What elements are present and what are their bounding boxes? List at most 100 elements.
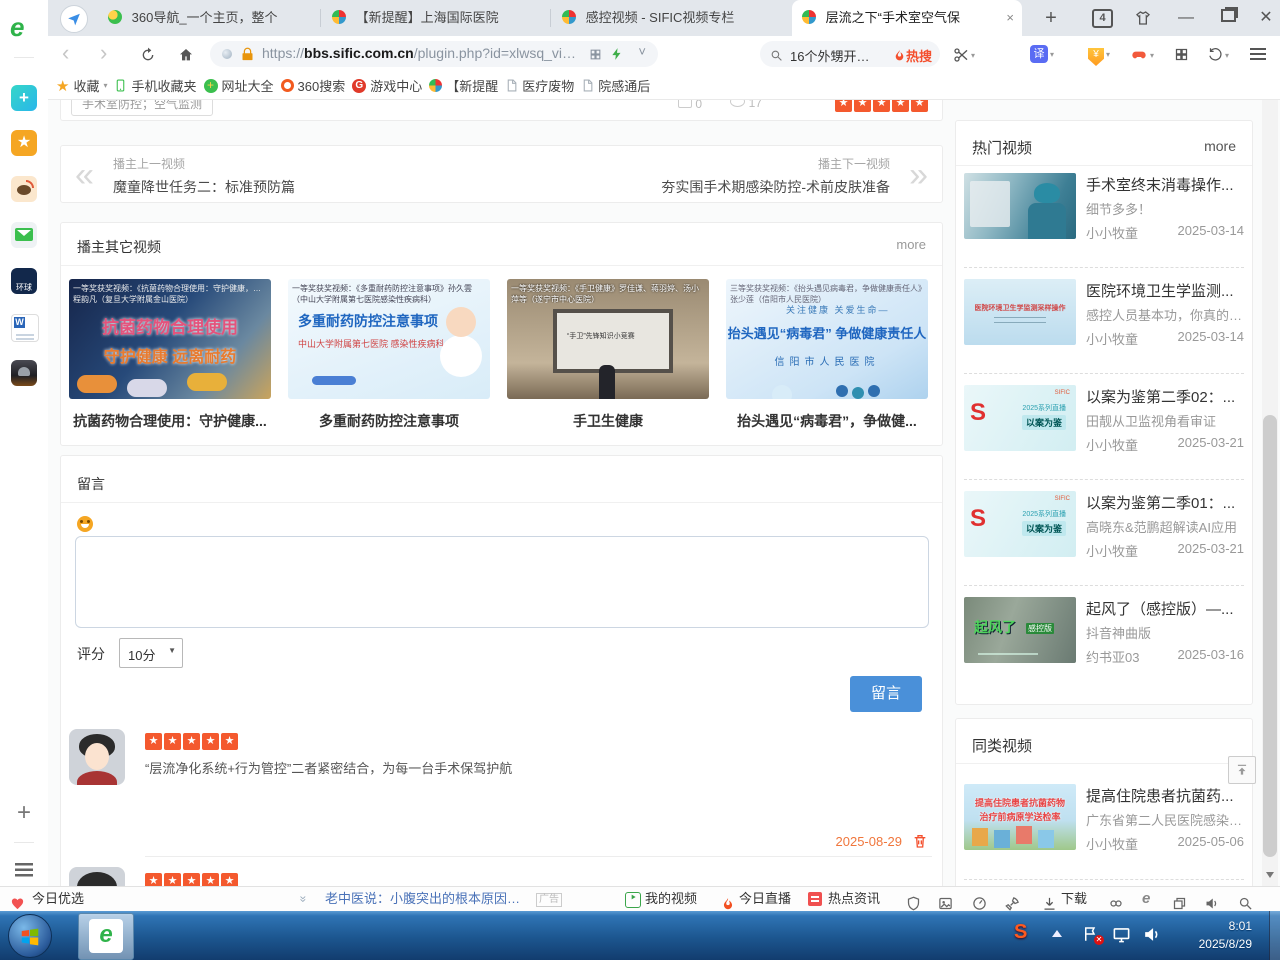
video-rating-stars[interactable] (835, 100, 930, 112)
favorites-star-icon[interactable]: ★ (11, 130, 37, 156)
video-thumbnail[interactable]: 起风了 感控版 (964, 597, 1076, 663)
more-link[interactable]: more (1204, 138, 1236, 154)
start-button[interactable] (8, 914, 52, 958)
hot-search-label[interactable]: 热搜 (906, 46, 932, 65)
huanqiu-wangxiao-icon[interactable]: 环球网校 (11, 268, 37, 294)
hot-video-item[interactable]: 起风了 感控版 起风了（感控版）—... 抖音神曲版 约书亚03 2025-03… (956, 597, 1252, 675)
rating-select[interactable]: 10分 ▼ (119, 638, 183, 668)
video-caption[interactable]: 多重耐药防控注意事项 (288, 411, 490, 431)
prev-video-link[interactable]: 播主上一视频 魔童降世任务二：标准预防篇 (113, 155, 295, 197)
game-app-icon[interactable] (11, 360, 37, 386)
reader-grid-icon[interactable] (589, 46, 602, 61)
close-button[interactable]: ✕ (1248, 0, 1280, 36)
url-field[interactable]: https://bbs.sific.com.cn/plugin.php?id=x… (210, 41, 658, 67)
more-link[interactable]: more (896, 237, 926, 252)
tab-360-nav[interactable]: 360导航_一个主页，整个 (98, 0, 320, 36)
show-desktop-button[interactable] (1269, 911, 1280, 960)
next-chevron-icon[interactable] (909, 158, 928, 192)
hot-news-label[interactable]: 热点资讯 (828, 887, 880, 911)
video-caption[interactable]: 抗菌药物合理使用：守护健康... (69, 411, 271, 431)
news-marquee-link[interactable]: 老中医说：小腹突出的根本原因，不是胖，而是它！后悔... (325, 887, 525, 911)
search-box[interactable]: 16个外甥开学了 热搜 (760, 41, 940, 67)
tray-expand-arrow-icon[interactable] (1052, 930, 1062, 937)
bookmark-game-center[interactable]: G 游戏中心 (352, 76, 422, 95)
url-dropdown-chevron-icon[interactable]: ˅ (638, 44, 646, 59)
tab-sific-reminder[interactable]: 【新提醒】上海国际医院 (322, 0, 550, 36)
video-thumbnail[interactable]: S SIFIC 2025系列直播 以案为鉴 (964, 385, 1076, 451)
add-app-icon[interactable]: + (11, 800, 37, 826)
network-icon[interactable] (1112, 925, 1131, 944)
browser-e-icon[interactable]: e (1142, 887, 1150, 911)
daily-picks-label[interactable]: 今日优选 (32, 887, 84, 911)
health-app-icon[interactable]: + (11, 85, 37, 111)
back-to-top-button[interactable] (1228, 756, 1256, 784)
search-hot-text[interactable]: 16个外甥开学了 (790, 46, 882, 65)
video-thumbnail[interactable]: 提高住院患者抗菌药物 治疗前病原学送检率 (964, 784, 1076, 850)
my-videos-label[interactable]: 我的视频 (645, 887, 697, 911)
site-info-icon[interactable] (222, 49, 232, 59)
prev-chevron-icon[interactable] (75, 158, 94, 192)
bookmark-360-search[interactable]: 360搜索 (281, 76, 346, 95)
comment-input[interactable] (75, 536, 929, 628)
wallet-shield-icon[interactable]: ¥▾ (1088, 45, 1110, 66)
scrollbar-thumb[interactable] (1263, 415, 1277, 857)
minimize-button[interactable]: — (1168, 0, 1204, 36)
tab-count-badge[interactable]: 4 (1092, 9, 1113, 28)
delete-comment-trash-icon[interactable] (912, 832, 928, 849)
tab-sific-videos[interactable]: 感控视频 - SIFIC视频专栏 (552, 0, 790, 36)
search-icon[interactable] (770, 47, 783, 62)
theme-skin-icon[interactable] (1128, 0, 1158, 36)
undo-closed-tab-icon[interactable]: ▾ (1208, 46, 1229, 62)
volume-icon[interactable] (1142, 925, 1161, 944)
apps-grid-icon[interactable] (1174, 46, 1189, 62)
game-center-icon[interactable]: ▾ (1130, 46, 1154, 63)
live-label[interactable]: 今日直播 (739, 887, 791, 911)
taskbar-360-browser-button[interactable]: e (78, 913, 134, 960)
bookmark-medical-waste[interactable]: 医疗废物 (505, 76, 574, 95)
submit-comment-button[interactable]: 留言 (850, 676, 922, 712)
download-label[interactable]: 下载 (1061, 887, 1087, 911)
action-center-flag-icon[interactable]: ✕ (1082, 925, 1100, 943)
page-scrollbar[interactable] (1262, 100, 1278, 886)
avatar[interactable] (69, 867, 125, 886)
back-button[interactable]: ‹ (62, 36, 69, 72)
tab-active-laminar-flow[interactable]: 层流之下“手术室空气保 × (792, 0, 1022, 36)
navigation-plane-icon[interactable] (60, 5, 88, 33)
app-list-icon[interactable] (11, 856, 37, 889)
video-thumbnail[interactable]: 三等奖获奖视频：《抬头遇见病毒君，争做健康责任人》张少莲（信阳市人民医院） 关注… (726, 279, 928, 399)
forward-button[interactable]: › (100, 36, 107, 72)
tab-close-icon[interactable]: × (1006, 0, 1014, 36)
bookmark-favorites[interactable]: ★ 收藏 ▾ (56, 76, 107, 95)
hot-video-item[interactable]: 手术室终末消毒操作... 细节多多！ 小小牧童 2025-03-14 (956, 173, 1252, 251)
home-button[interactable] (178, 46, 194, 63)
related-video-item[interactable]: 提高住院患者抗菌药物 治疗前病原学送检率 提高住院患者抗菌药... 广东省第二人… (956, 784, 1252, 862)
video-caption[interactable]: 抬头遇见“病毒君”，争做健... (726, 411, 928, 431)
video-thumbnail[interactable]: S SIFIC 2025系列直播 以案为鉴 (964, 491, 1076, 557)
hot-video-item[interactable]: 医院环境卫生学监测采样操作 医院环境卫生学监测... 感控人员基本功，你真的会采… (956, 279, 1252, 357)
word-doc-icon[interactable]: W (11, 314, 39, 342)
scrollbar-down-arrow-icon[interactable] (1266, 872, 1274, 878)
next-video-link[interactable]: 播主下一视频 夯实围手术期感染防控-术前皮肤准备 (661, 155, 890, 197)
hot-video-item[interactable]: S SIFIC 2025系列直播 以案为鉴 以案为鉴第二季01：... 高晓东&… (956, 491, 1252, 569)
video-thumbnail[interactable] (964, 173, 1076, 239)
url-text[interactable]: https://bbs.sific.com.cn/plugin.php?id=x… (262, 45, 582, 61)
screenshot-scissors-icon[interactable]: ▾ (953, 46, 975, 63)
video-tag[interactable]: 手术室防控；空气监测 (71, 100, 213, 116)
refresh-button[interactable] (140, 46, 156, 63)
weibo-icon[interactable] (11, 176, 37, 202)
video-thumbnail[interactable]: 一等奖获奖视频：《抗菌药物合理使用：守护健康，远离耐药》 程韵凡（复旦大学附属金… (69, 279, 271, 399)
video-thumbnail[interactable]: 一等奖获奖视频：《手卫健康》罗佳谦、蒋羽婷、汤小萍等（遂宁市中心医院） “手卫”… (507, 279, 709, 399)
menu-hamburger-icon[interactable] (1250, 48, 1266, 63)
video-caption[interactable]: 手卫生健康 (507, 411, 709, 431)
bookmark-yuangan[interactable]: 院感通后 (581, 76, 650, 95)
new-tab-button[interactable]: + (1036, 0, 1066, 36)
video-thumbnail[interactable]: 一等奖获奖视频：《多重耐药防控注意事项》孙久雲（中山大学附属第七医院感染性疾病科… (288, 279, 490, 399)
taskbar-clock[interactable]: 8:01 2025/8/29 (1176, 917, 1252, 953)
restore-button[interactable] (1210, 0, 1246, 36)
bookmark-site-nav[interactable]: + 网址大全 (204, 76, 274, 95)
mail-icon[interactable] (11, 222, 37, 248)
lightning-speed-icon[interactable] (610, 45, 624, 61)
lock-warning-icon[interactable] (240, 46, 255, 62)
avatar[interactable] (69, 729, 125, 785)
video-thumbnail[interactable]: 医院环境卫生学监测采样操作 (964, 279, 1076, 345)
